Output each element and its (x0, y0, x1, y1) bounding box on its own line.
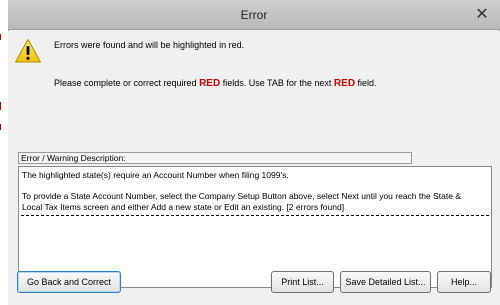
warning-icon (15, 39, 41, 63)
instructions-text-2: fields. Use TAB for the next (220, 78, 334, 88)
title-bar[interactable]: Error ✕ (8, 0, 500, 30)
description-separator (21, 215, 489, 216)
help-button[interactable]: Help... (437, 271, 491, 293)
description-line: Local Tax Items screen and either Add a … (22, 202, 345, 212)
save-detailed-list-button[interactable]: Save Detailed List... (340, 271, 431, 293)
background-window-edge (0, 0, 8, 305)
instructions-text-3: field. (355, 78, 377, 88)
description-label: Error / Warning Description: (18, 152, 412, 164)
window-title: Error (240, 8, 268, 22)
description-textbox[interactable]: The highlighted state(s) require an Acco… (18, 166, 492, 288)
red-keyword: RED (333, 78, 356, 89)
errors-found-message: Errors were found and will be highlighte… (54, 40, 245, 50)
description-line: To provide a State Account Number, selec… (22, 191, 461, 201)
description-line: The highlighted state(s) require an Acco… (22, 170, 289, 180)
red-keyword: RED (199, 78, 221, 89)
go-back-and-correct-button[interactable]: Go Back and Correct (17, 271, 121, 293)
instructions-message: Please complete or correct required RED … (54, 78, 377, 89)
print-list-button[interactable]: Print List... (271, 271, 334, 293)
dialog-body: Errors were found and will be highlighte… (8, 31, 500, 305)
close-icon[interactable]: ✕ (473, 6, 491, 22)
instructions-text-1: Please complete or correct required (54, 78, 200, 88)
